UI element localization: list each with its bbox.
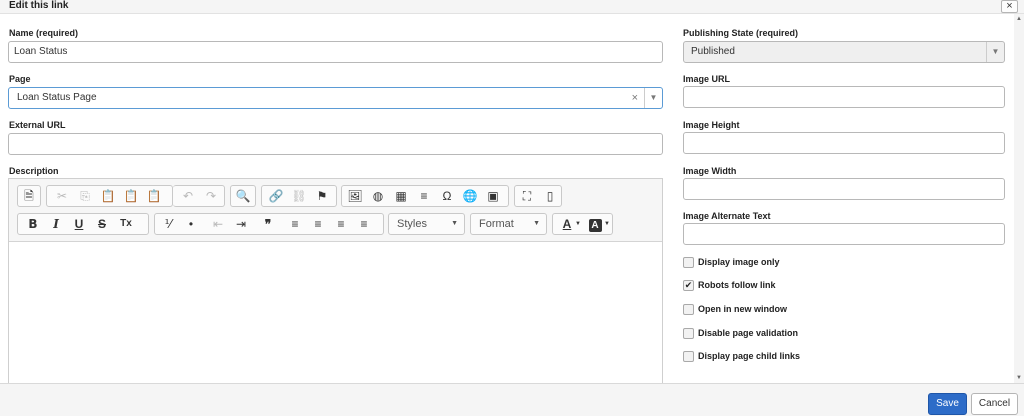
clear-icon[interactable]: × — [632, 88, 638, 108]
show-blocks-icon[interactable]: ▯ — [539, 186, 561, 206]
scroll-up-icon[interactable]: ▲ — [1014, 14, 1024, 24]
checkbox-label: Display image only — [698, 257, 780, 267]
checkbox-label: Robots follow link — [698, 280, 776, 290]
external-url-label: External URL — [9, 120, 66, 130]
redo-icon[interactable]: ↷ — [200, 186, 222, 206]
image-height-input[interactable] — [683, 132, 1005, 154]
dialog-titlebar: Edit this link × — [0, 0, 1024, 14]
paste-word-icon[interactable]: 📋 — [143, 186, 165, 206]
blockquote-icon[interactable]: ❞ — [257, 214, 279, 234]
cancel-button[interactable]: Cancel — [971, 393, 1018, 415]
numbered-list-icon[interactable]: ⅟ — [157, 214, 179, 234]
align-right-icon[interactable]: ≡ — [330, 214, 352, 234]
vertical-scrollbar[interactable]: ▲ ▼ — [1014, 14, 1024, 383]
editor-content-area[interactable] — [9, 243, 662, 387]
publishing-state-label: Publishing State (required) — [683, 28, 799, 38]
image-alt-text-label: Image Alternate Text — [683, 211, 771, 221]
align-left-icon[interactable]: ≡ — [284, 214, 306, 234]
checkbox-label: Open in new window — [698, 304, 787, 314]
page-label: Page — [9, 74, 31, 84]
external-url-input[interactable] — [8, 133, 663, 155]
embed-icon[interactable]: ▣ — [482, 186, 504, 206]
flash-icon[interactable]: ◍ — [367, 186, 389, 206]
search-icon[interactable]: 🔍 — [232, 186, 254, 206]
link-icon[interactable]: 🔗 — [265, 186, 287, 206]
image-width-input[interactable] — [683, 178, 1005, 200]
paste-icon[interactable]: 📋 — [97, 186, 119, 206]
maximize-icon[interactable]: ⛶ — [516, 186, 538, 206]
remove-format-icon[interactable]: Tx — [115, 214, 137, 234]
image-url-label: Image URL — [683, 74, 731, 84]
name-input[interactable]: Loan Status — [8, 41, 663, 63]
toolbar-group-links: 🔗 ⛓ ⚑ — [261, 185, 337, 207]
table-icon[interactable]: ▦ — [390, 186, 412, 206]
toolbar-group-find: 🔍 — [230, 185, 256, 207]
toolbar-group-view: ⛶ ▯ — [514, 185, 562, 207]
globe-icon[interactable]: 🌐 — [459, 186, 481, 206]
chevron-down-icon[interactable]: ▼ — [644, 88, 662, 108]
toolbar-group-basicstyles: B I U S Tx — [17, 213, 149, 235]
align-center-icon[interactable]: ≡ — [307, 214, 329, 234]
toolbar-group-undo: ↶ ↷ — [173, 185, 225, 207]
bg-color-icon[interactable]: A — [584, 214, 606, 234]
image-height-label: Image Height — [683, 120, 740, 130]
unlink-icon[interactable]: ⛓ — [288, 186, 310, 206]
name-label: Name (required) — [9, 28, 79, 38]
format-dropdown[interactable]: Format ▼ — [470, 213, 547, 235]
styles-dropdown[interactable]: Styles ▼ — [388, 213, 465, 235]
italic-icon[interactable]: I — [45, 214, 67, 234]
page-select[interactable]: Loan Status Page × ▼ — [8, 87, 663, 109]
bold-icon[interactable]: B — [22, 214, 44, 234]
publishing-state-value: Published — [691, 46, 735, 57]
checkbox-box[interactable] — [683, 328, 694, 339]
cut-icon[interactable]: ✂ — [51, 186, 73, 206]
checkbox-box[interactable]: ✔ — [683, 280, 694, 291]
copy-icon[interactable]: ⎘ — [74, 186, 96, 206]
image-alt-text-input[interactable] — [683, 223, 1005, 245]
chevron-down-icon[interactable]: ▼ — [604, 214, 610, 234]
toolbar-group-clipboard: ✂ ⎘ 📋 📋 📋 — [46, 185, 173, 207]
dialog-title: Edit this link — [9, 0, 69, 11]
indent-icon[interactable]: ⇥ — [230, 214, 252, 234]
horizontal-line-icon[interactable]: ≡ — [413, 186, 435, 206]
strikethrough-icon[interactable]: S — [91, 214, 113, 234]
page-select-value: Loan Status Page — [17, 92, 97, 103]
bulleted-list-icon[interactable]: • — [180, 214, 202, 234]
styles-dropdown-label: Styles — [397, 218, 427, 230]
special-char-icon[interactable]: Ω — [436, 186, 458, 206]
image-icon[interactable]: 🖼 — [344, 186, 366, 206]
save-button[interactable]: Save — [928, 393, 967, 415]
toolbar-group-insert: 🖼 ◍ ▦ ≡ Ω 🌐 ▣ — [341, 185, 509, 207]
checkbox-box[interactable] — [683, 351, 694, 362]
rich-text-editor: 🗎 ✂ ⎘ 📋 📋 📋 ↶ ↷ 🔍 🔗 ⛓ ⚑ 🖼 ◍ ▦ ≡ Ω 🌐 ▣ ⛶ … — [8, 178, 663, 388]
paste-text-icon[interactable]: 📋 — [120, 186, 142, 206]
checkbox-label: Display page child links — [698, 351, 801, 361]
toolbar-group-paragraph: ⅟ • ⇤ ⇥ ❞ ≡ ≡ ≡ ≡ — [154, 213, 384, 235]
publishing-state-select[interactable]: Published ▼ — [683, 41, 1005, 63]
bg-color-swatch: A — [588, 219, 602, 232]
chevron-down-icon[interactable]: ▼ — [986, 42, 1004, 62]
scroll-down-icon[interactable]: ▼ — [1014, 373, 1024, 383]
chevron-down-icon: ▼ — [451, 220, 458, 227]
source-icon[interactable]: 🗎 — [18, 186, 40, 206]
format-dropdown-label: Format — [479, 218, 514, 230]
editor-toolbar: 🗎 ✂ ⎘ 📋 📋 📋 ↶ ↷ 🔍 🔗 ⛓ ⚑ 🖼 ◍ ▦ ≡ Ω 🌐 ▣ ⛶ … — [9, 179, 662, 242]
justify-icon[interactable]: ≡ — [353, 214, 375, 234]
outdent-icon[interactable]: ⇤ — [207, 214, 229, 234]
checkbox-box[interactable] — [683, 257, 694, 268]
image-width-label: Image Width — [683, 166, 737, 176]
toolbar-group-colors: A ▼ A ▼ — [552, 213, 613, 235]
checkbox-label: Disable page validation — [698, 328, 799, 338]
underline-icon[interactable]: U — [68, 214, 90, 234]
flag-icon[interactable]: ⚑ — [311, 186, 333, 206]
toolbar-group-document: 🗎 — [17, 185, 41, 207]
dialog-footer: Save Cancel — [0, 383, 1024, 416]
description-label: Description — [9, 166, 59, 176]
chevron-down-icon: ▼ — [533, 220, 540, 227]
close-icon[interactable]: × — [1001, 0, 1018, 13]
undo-icon[interactable]: ↶ — [177, 186, 199, 206]
checkbox-box[interactable] — [683, 304, 694, 315]
image-url-input[interactable] — [683, 86, 1005, 108]
chevron-down-icon[interactable]: ▼ — [575, 214, 581, 234]
